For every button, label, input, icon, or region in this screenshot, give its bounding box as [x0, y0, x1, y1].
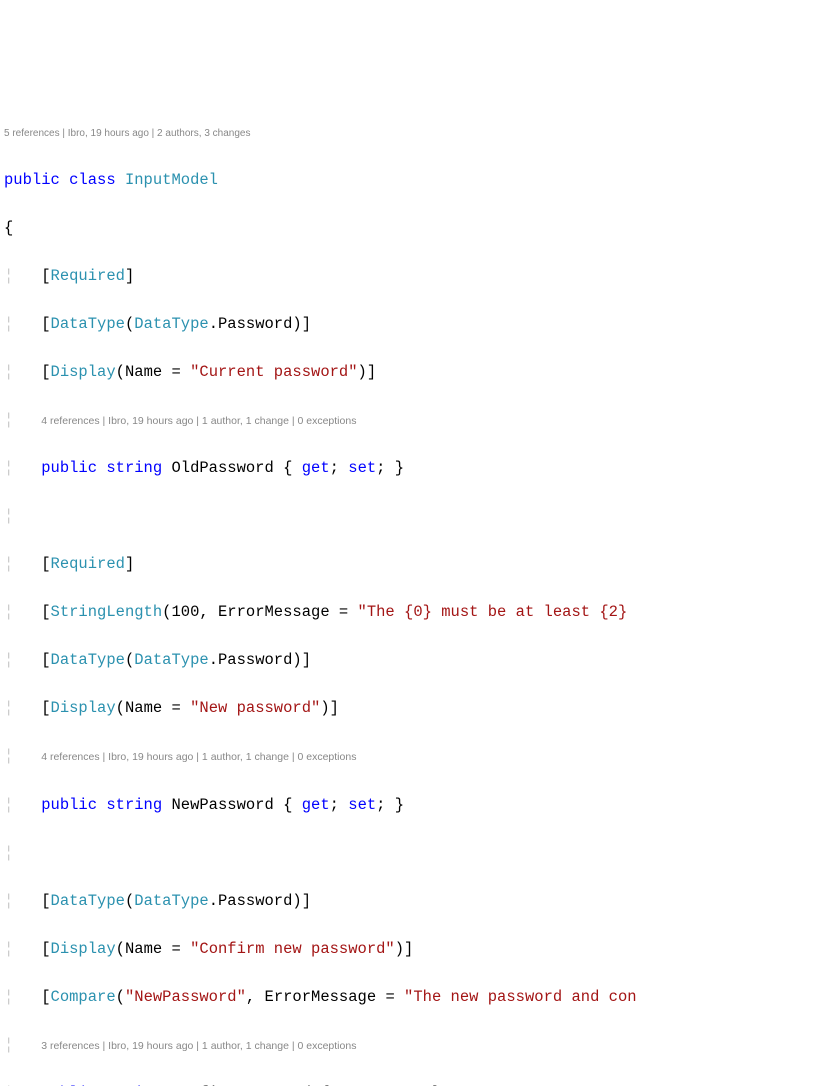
keyword-get: get: [302, 459, 330, 477]
keyword-string: string: [106, 459, 162, 477]
enum-member-password: Password: [218, 651, 292, 669]
keyword-string: string: [106, 1084, 162, 1086]
attr-required: Required: [51, 267, 125, 285]
attr-datatype: DataType: [51, 892, 125, 910]
class-declaration: public class InputModel: [4, 168, 832, 192]
class-name: InputModel: [125, 171, 218, 189]
attr-compare: Compare: [51, 988, 116, 1006]
num-100: 100: [171, 603, 199, 621]
keyword-string: string: [106, 796, 162, 814]
attr-stringlength: StringLength: [51, 603, 163, 621]
string-compare-error: "The new password and con: [404, 988, 637, 1006]
display-param: Name: [125, 363, 162, 381]
param-errormessage: ErrorMessage: [265, 988, 377, 1006]
prop-newpassword: NewPassword: [171, 796, 273, 814]
display-param: Name: [125, 699, 162, 717]
code-editor[interactable]: 5 references | Ibro, 19 hours ago | 2 au…: [0, 96, 832, 1086]
attr-datatype: DataType: [51, 651, 125, 669]
string-strlen-error: "The {0} must be at least {2}: [358, 603, 637, 621]
attr-required: Required: [51, 555, 125, 573]
enum-datatype: DataType: [134, 315, 208, 333]
keyword-set: set: [385, 1084, 413, 1086]
attr-display: Display: [51, 940, 116, 958]
enum-member-password: Password: [218, 315, 292, 333]
keyword-public: public: [41, 796, 97, 814]
codelens-confirmpassword[interactable]: 3 references | Ibro, 19 hours ago | 1 au…: [41, 1039, 356, 1055]
string-compare-target: "NewPassword": [125, 988, 246, 1006]
enum-datatype: DataType: [134, 651, 208, 669]
codelens-oldpassword[interactable]: 4 references | Ibro, 19 hours ago | 1 au…: [41, 414, 356, 430]
keyword-public: public: [41, 1084, 97, 1086]
attr-datatype: DataType: [51, 315, 125, 333]
keyword-set: set: [348, 459, 376, 477]
keyword-get: get: [302, 796, 330, 814]
keyword-get: get: [339, 1084, 367, 1086]
attr-display: Display: [51, 363, 116, 381]
enum-member-password: Password: [218, 892, 292, 910]
string-confirm-new-password: "Confirm new password": [190, 940, 395, 958]
prop-confirmpassword: ConfirmPassword: [171, 1084, 311, 1086]
display-param: Name: [125, 940, 162, 958]
keyword-public: public: [4, 171, 60, 189]
keyword-public: public: [41, 459, 97, 477]
enum-datatype: DataType: [134, 892, 208, 910]
param-errormessage: ErrorMessage: [218, 603, 330, 621]
keyword-set: set: [348, 796, 376, 814]
keyword-class: class: [69, 171, 116, 189]
string-current-password: "Current password": [190, 363, 357, 381]
codelens-class[interactable]: 5 references | Ibro, 19 hours ago | 2 au…: [4, 128, 250, 139]
prop-oldpassword: OldPassword: [171, 459, 273, 477]
attr-display: Display: [51, 699, 116, 717]
brace-open: {: [4, 216, 832, 240]
codelens-newpassword[interactable]: 4 references | Ibro, 19 hours ago | 1 au…: [41, 750, 356, 766]
string-new-password: "New password": [190, 699, 320, 717]
